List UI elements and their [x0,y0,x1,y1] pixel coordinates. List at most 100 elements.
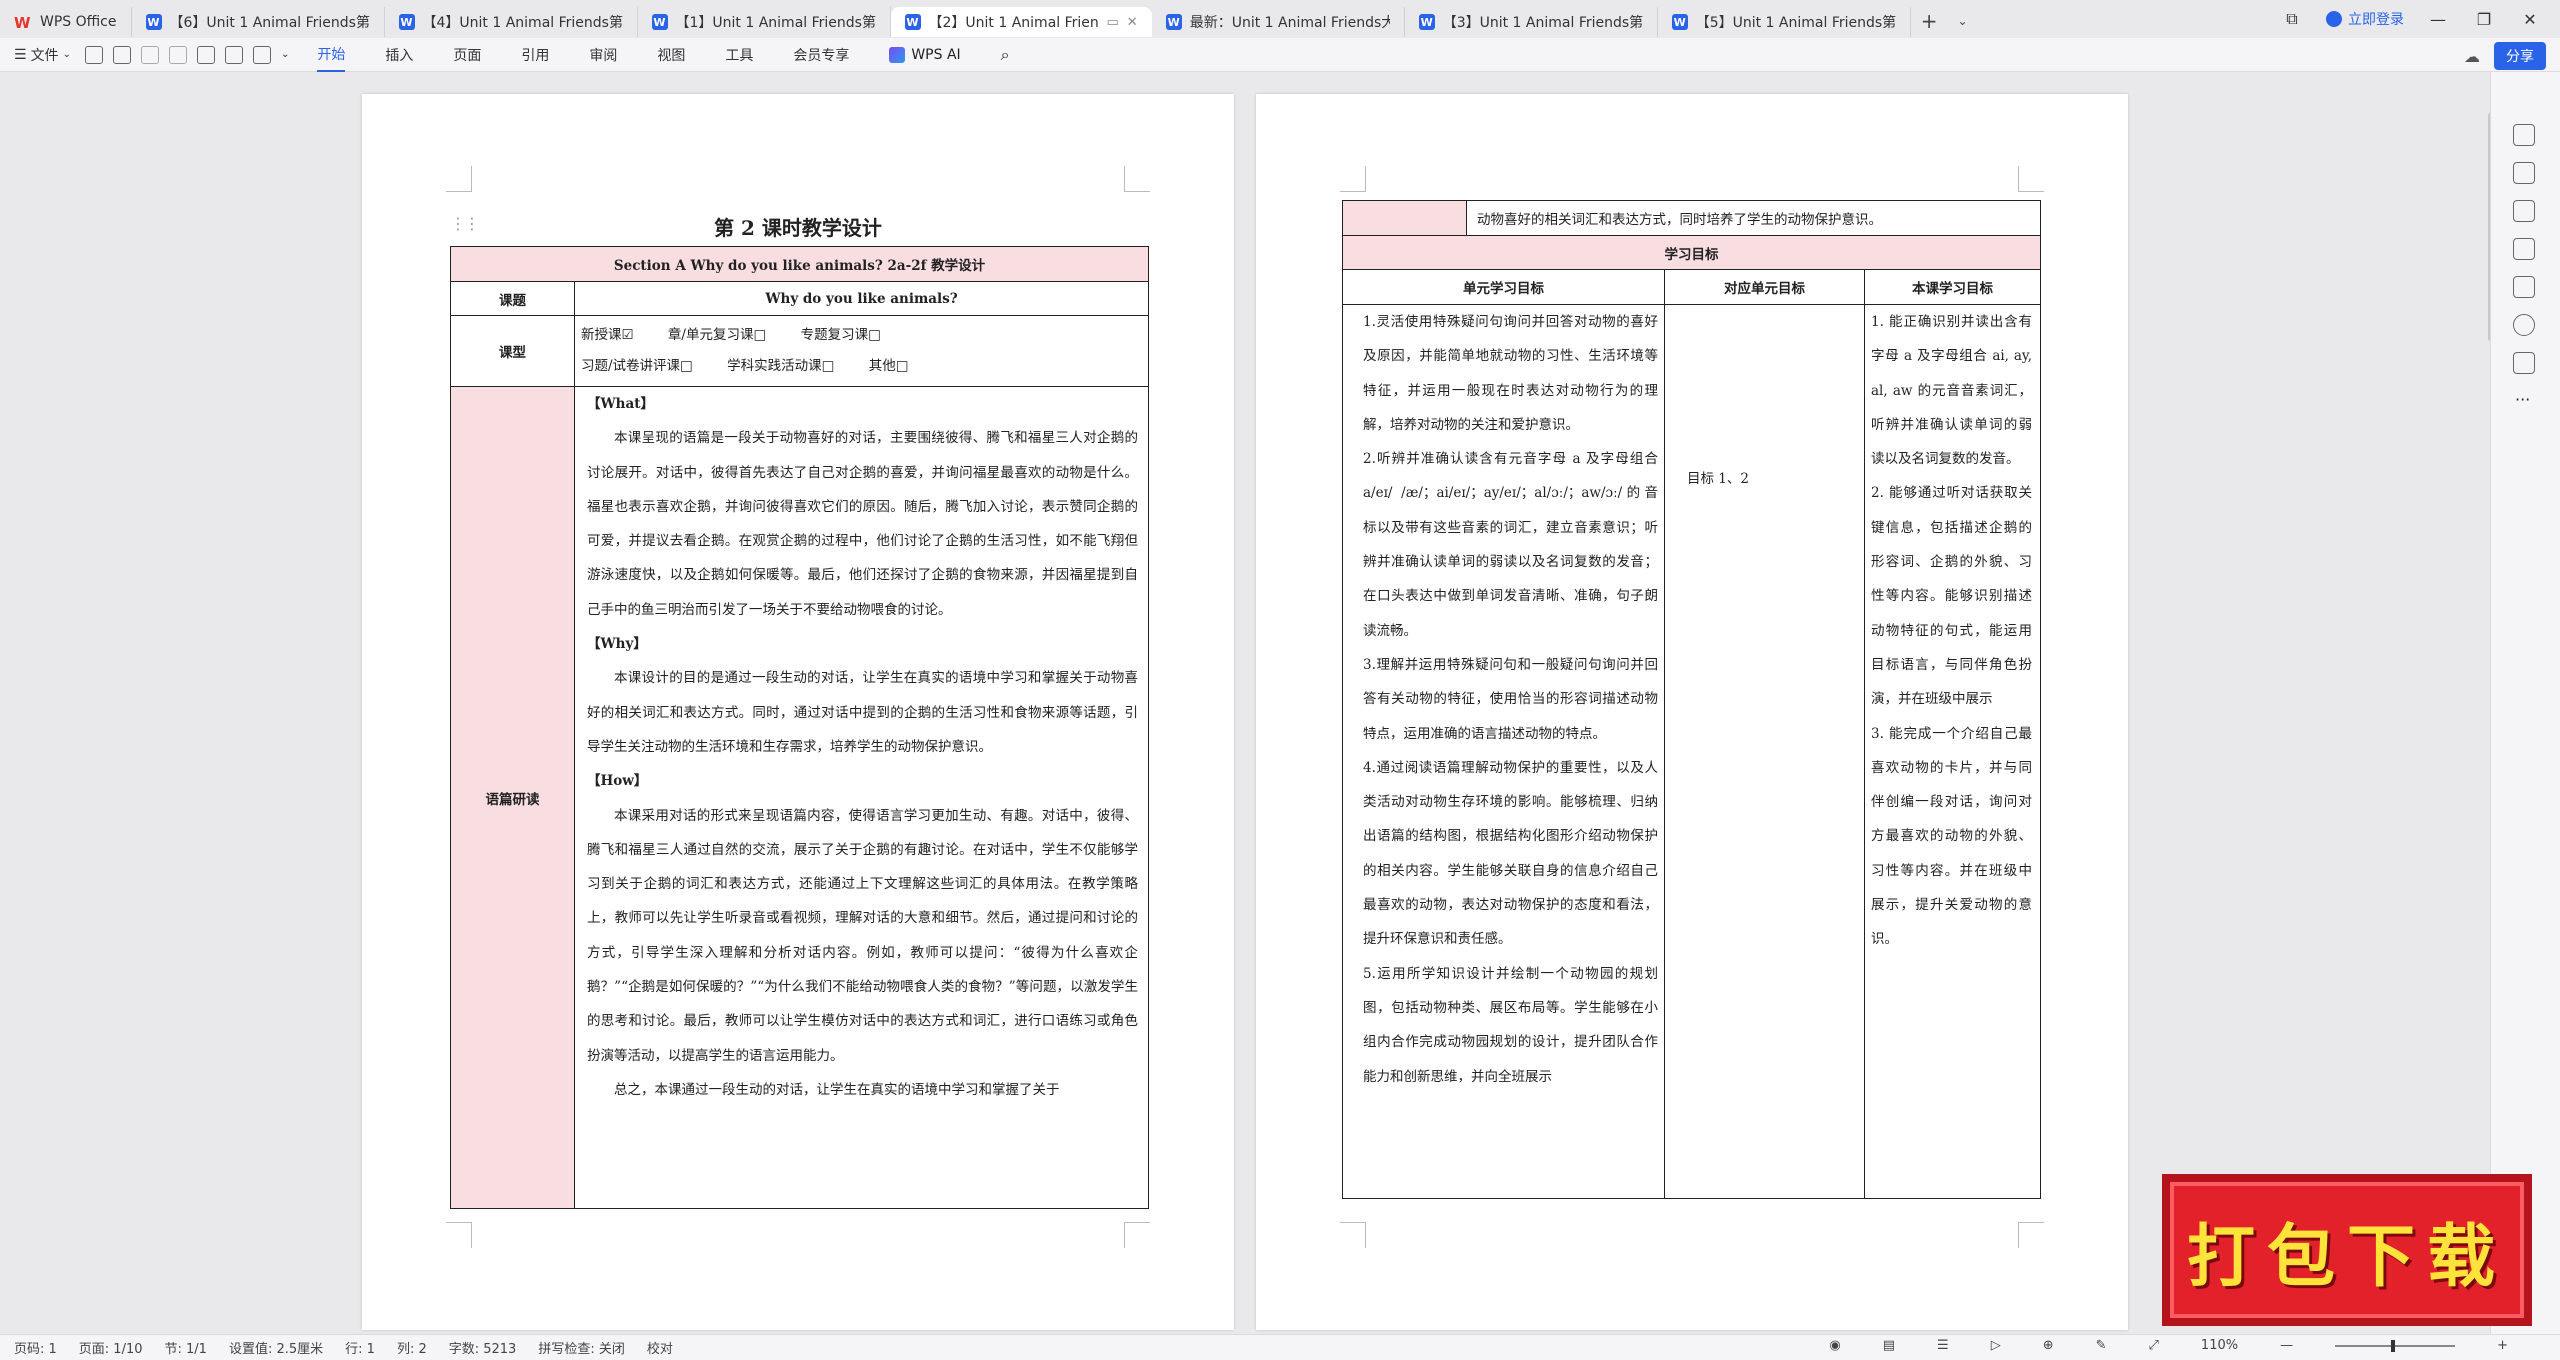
new-tab-button[interactable]: + [1911,9,1948,33]
tab-label: 【1】Unit 1 Animal Friends第一课 [675,15,876,31]
right-toolbar: ··· [2490,72,2560,1334]
file-menu-button[interactable]: ☰ 文件 ⌄ [14,45,71,65]
document-page-2[interactable]: 动物喜好的相关词汇和表达方式，同时培养了学生的动物保护意识。 学习目标 单元学习… [1256,94,2128,1330]
ribbon-tab-member[interactable]: 会员专享 [793,39,849,71]
select-icon[interactable] [2513,162,2535,184]
export-pdf-icon[interactable] [224,45,243,64]
tab-list-chevron-icon[interactable]: ⌄ [1947,14,1977,28]
save-icon[interactable] [84,45,103,64]
type-label: 课型 [450,315,575,387]
tab-document-active[interactable]: W 【2】Unit 1 Animal Friends第 ▭ ✕ [890,7,1152,37]
margin-mark [2018,166,2044,192]
search-icon[interactable]: ⌕ [1001,45,1010,65]
tab-document[interactable]: W 最新：Unit 1 Animal Friends大单元 [1152,7,1405,37]
avatar-icon [2326,11,2342,27]
login-label: 立即登录 [2348,12,2404,28]
ribbon: ☰ 文件 ⌄ ⌄ 开始 插入 页面 引用 审阅 视图 工具 会员专享 WPS A… [0,38,2560,72]
minimize-button[interactable]: — [2426,10,2450,29]
tab-wps-office[interactable]: W WPS Office [0,7,132,37]
more-icon[interactable]: ··· [2515,390,2530,409]
status-proof[interactable]: 校对 [647,1338,673,1357]
tab-document[interactable]: W 【6】Unit 1 Animal Friends第六课 [132,7,385,37]
how-paragraph: 本课采用对话的形式来呈现语篇内容，使得语言学习更加生动、有趣。对话中，彼得、腾飞… [587,807,1138,1064]
redo-icon[interactable] [168,45,187,64]
word-doc-icon: W [651,14,668,30]
format-painter-icon[interactable] [252,45,271,64]
status-page-code[interactable]: 页码: 1 [14,1338,57,1357]
ribbon-tab-insert[interactable]: 插入 [385,39,413,71]
status-words[interactable]: 字数: 5213 [449,1338,517,1357]
continued-text: 动物喜好的相关词汇和表达方式，同时培养了学生的动物保护意识。 [1465,200,2042,236]
page-title: 第 2 课时教学设计 [714,216,882,240]
web-view-icon[interactable]: ⊕ [2043,1338,2054,1353]
zoom-value[interactable]: 110% [2201,1338,2238,1353]
document-workspace[interactable]: ⋮⋮ 第 2 课时教学设计 Section A Why do you like … [0,72,2496,1334]
share-doc-icon[interactable] [2513,352,2535,374]
lesson-goal-item: 2. 能够通过听对话获取关键信息，包括描述企鹅的形容词、企鹅的外貌、习性等内容。… [1871,485,2033,708]
tab-label: 最新：Unit 1 Animal Friends大单元 [1189,15,1390,31]
search-replace-icon[interactable] [112,45,131,64]
word-doc-icon: W [1418,14,1435,30]
ribbon-tab-page[interactable]: 页面 [453,39,481,71]
status-spell[interactable]: 拼写检查: 关闭 [538,1338,625,1357]
topic-label: 课题 [450,281,575,316]
tab-label: 【5】Unit 1 Animal Friends第五课 [1695,15,1896,31]
lesson-goal-item: 3. 能完成一个介绍自己最喜欢动物的卡片，并与同伴创编一段对话，询问对方最喜欢的… [1871,725,2033,948]
margin-mark [1340,1222,1366,1248]
status-section[interactable]: 节: 1/1 [165,1338,207,1357]
monitor-icon[interactable]: ▭ [1107,15,1119,30]
login-button[interactable]: 立即登录 [2326,9,2404,29]
settings-sliders-icon[interactable] [2513,200,2535,222]
pen-icon[interactable] [2513,124,2535,146]
tab-bar: W WPS Office W 【6】Unit 1 Animal Friends第… [0,0,2560,38]
analysis-label: 语篇研读 [450,386,575,1209]
print-icon[interactable] [196,45,215,64]
menu-icon: ☰ [14,46,27,63]
share-button[interactable]: 分享 [2494,42,2546,70]
download-badge[interactable]: 打包下载 [2162,1174,2532,1326]
ribbon-tab-references[interactable]: 引用 [521,39,549,71]
page-view-icon[interactable]: ▤ [1883,1338,1895,1353]
zoom-in-button[interactable]: + [2497,1338,2508,1353]
ribbon-tab-review[interactable]: 审阅 [589,39,617,71]
undo-icon[interactable] [140,45,159,64]
edit-icon[interactable]: ✎ [2096,1338,2107,1353]
lesson-table: Section A Why do you like animals? 2a-2f… [450,246,1149,1209]
tab-document[interactable]: W 【5】Unit 1 Animal Friends第五课 [1658,7,1911,37]
tab-document[interactable]: W 【3】Unit 1 Animal Friends第三课 [1405,7,1658,37]
margin-mark [1340,166,1366,192]
status-row: 行: 1 [345,1342,375,1357]
document-page-1[interactable]: ⋮⋮ 第 2 课时教学设计 Section A Why do you like … [362,94,1234,1330]
zoom-out-button[interactable]: — [2280,1338,2293,1353]
ribbon-tab-home[interactable]: 开始 [317,38,346,72]
zoom-slider-knob[interactable] [2391,1339,2396,1352]
close-icon[interactable]: ✕ [1127,15,1138,30]
tab-document[interactable]: W 【1】Unit 1 Animal Friends第一课 [638,7,891,37]
tools-icon[interactable] [2513,276,2535,298]
status-setting[interactable]: 设置值: 2.5厘米 [229,1338,323,1357]
what-paragraph: 本课呈现的语篇是一段关于动物喜好的对话，主要围绕彼得、腾飞和福星三人对企鹅的讨论… [587,430,1138,618]
wps-ai-button[interactable]: WPS AI [889,46,961,63]
window-layout-icon[interactable]: ⧉ [2280,9,2304,29]
fit-icon[interactable]: ⤢ [2149,1338,2159,1353]
status-page[interactable]: 页面: 1/10 [79,1338,143,1357]
tab-label: WPS Office [40,14,117,30]
tab-document[interactable]: W 【4】Unit 1 Animal Friends第四课 [385,7,638,37]
ribbon-tab-tools[interactable]: 工具 [725,39,753,71]
cloud-sync-icon[interactable]: ☁ [2464,47,2480,66]
eye-icon[interactable]: ◉ [1829,1338,1840,1353]
list-view-icon[interactable]: ☰ [1937,1338,1949,1353]
margin-mark [1124,166,1150,192]
play-icon[interactable]: ▷ [1991,1338,2001,1353]
chevron-down-icon[interactable]: ⌄ [281,49,289,60]
lesson-goal-item: 1. 能正确识别并读出含有字母 a 及字母组合 ai, ay, al, aw 的… [1871,314,2033,468]
help-icon[interactable] [2513,314,2535,336]
unit-goals-cell: 1.灵活使用特殊疑问句询问并回答对动物的喜好及原因，并能简单地就动物的习性、生活… [1342,304,1665,1199]
unit-goal-item: 4.通过阅读语篇理解动物保护的重要性，以及人类活动对动物生存环境的影响。能够梳理… [1363,759,1658,948]
close-window-button[interactable]: ✕ [2518,10,2542,29]
zoom-slider[interactable] [2335,1339,2456,1352]
maximize-button[interactable]: ❐ [2472,10,2496,29]
margin-mark [446,166,472,192]
ribbon-tab-view[interactable]: 视图 [657,39,685,71]
image-icon[interactable] [2513,238,2535,260]
